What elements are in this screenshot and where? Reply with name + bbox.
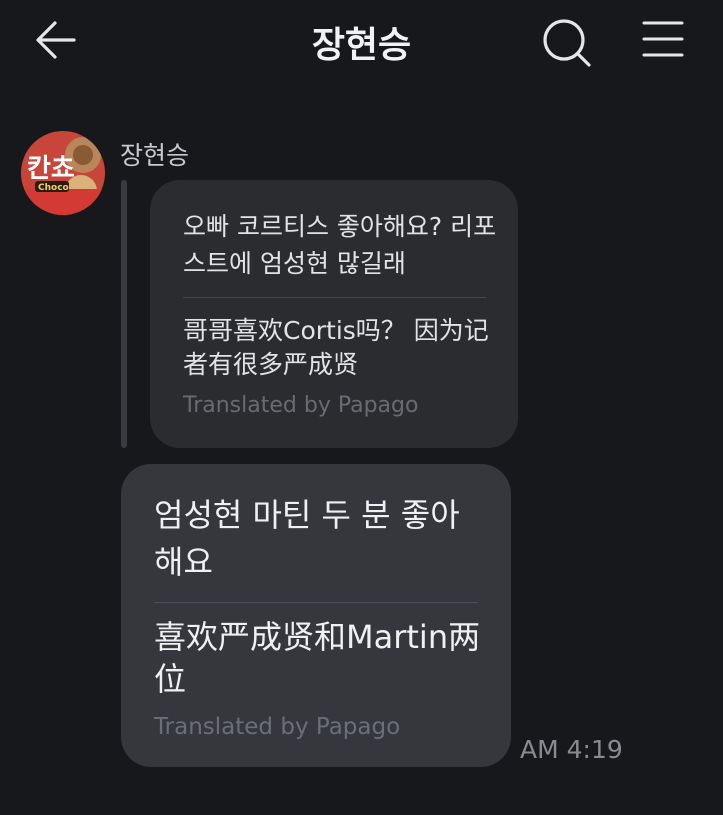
avatar-image: 칸쵸 Choco xyxy=(21,131,105,215)
chat-title: 장현승 xyxy=(311,25,412,66)
search-button[interactable] xyxy=(538,14,594,70)
translation-divider xyxy=(183,297,486,298)
quoted-message-bubble[interactable]: 오빠 코르티스 좋아해요? 리포스트에 엄성현 많길래 哥哥喜欢Cortis吗？… xyxy=(150,180,518,448)
menu-icon xyxy=(642,21,684,57)
reply-message-text: 엄성현 마틴 두 분 좋아해요 xyxy=(154,496,460,581)
avatar-badge-text: 칸쵸 xyxy=(27,154,75,184)
reply-message-bubble[interactable]: 엄성현 마틴 두 분 좋아해요 喜欢严成贤和Martin两位 Translate… xyxy=(121,464,511,767)
arrow-left-icon xyxy=(36,21,76,59)
chat-header: 장현승 xyxy=(0,0,723,86)
quoted-message-text: 오빠 코르티스 좋아해요? 리포스트에 엄성현 많길래 xyxy=(183,212,497,278)
search-icon xyxy=(543,19,591,67)
sender-avatar[interactable]: 칸쵸 Choco xyxy=(21,131,105,215)
translation-divider xyxy=(154,602,478,603)
back-button[interactable] xyxy=(30,18,80,62)
quoted-translation-text: 哥哥喜欢Cortis吗？ 因为记者有很多严成贤 xyxy=(183,316,489,379)
reply-translation-text: 喜欢严成贤和Martin两位 xyxy=(154,618,481,698)
message-timestamp: AM 4:19 xyxy=(520,735,623,764)
reply-translated-by: Translated by Papago xyxy=(154,714,401,740)
quote-bar xyxy=(121,180,127,448)
avatar-sub-text: Choco xyxy=(38,183,69,193)
menu-button[interactable] xyxy=(636,14,690,64)
sender-name: 장현승 xyxy=(120,141,190,170)
quoted-translated-by: Translated by Papago xyxy=(183,393,419,418)
chat-screen: 장현승 칸쵸 Choco 장현승 오빠 코르티스 좋아해요? 리포스트에 엄성현… xyxy=(0,0,723,815)
